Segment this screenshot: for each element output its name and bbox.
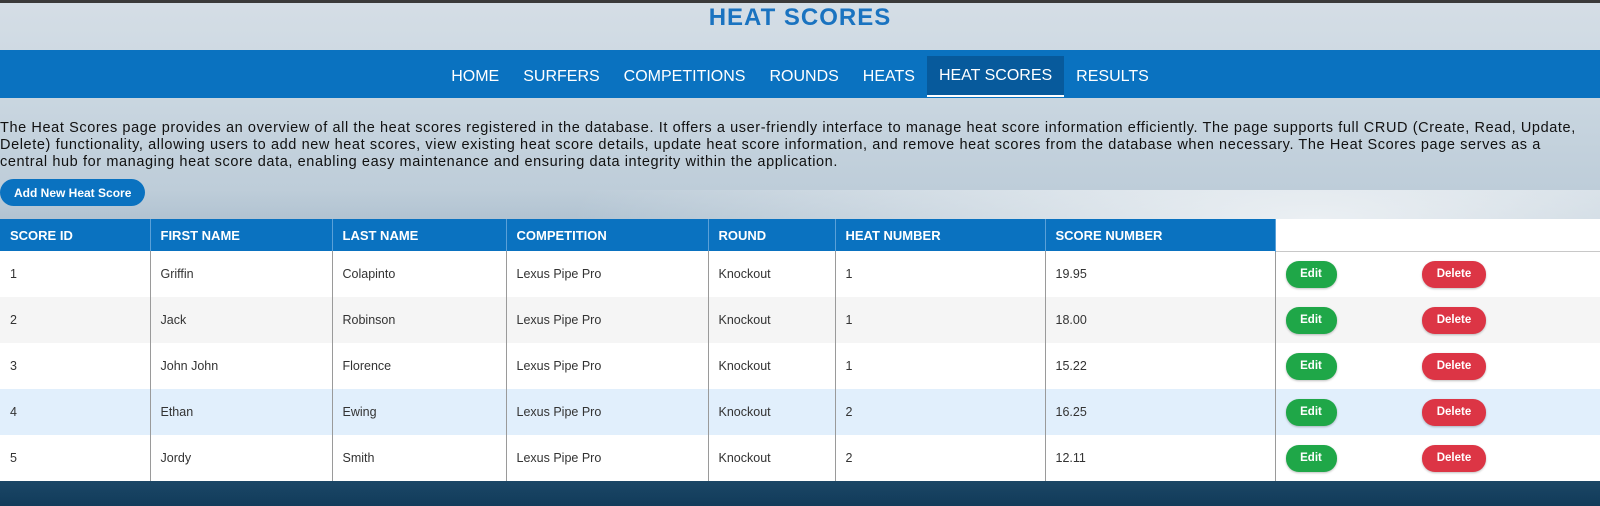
cell-last-name: Florence [332, 343, 507, 389]
cell-score-id: 2 [0, 297, 151, 343]
delete-button[interactable]: Delete [1422, 444, 1486, 472]
table-row: 3 John John Florence Lexus Pipe Pro Knoc… [0, 343, 1600, 389]
delete-button[interactable]: Delete [1422, 398, 1486, 426]
cell-edit: Edit [1275, 251, 1412, 297]
cell-competition: Lexus Pipe Pro [506, 435, 709, 481]
heat-scores-table: SCORE ID FIRST NAME LAST NAME COMPETITIO… [0, 219, 1600, 481]
cell-first-name: Griffin [150, 251, 333, 297]
cell-score-id: 3 [0, 343, 151, 389]
add-new-heat-score-button[interactable]: Add New Heat Score [0, 179, 146, 206]
cell-last-name: Smith [332, 435, 507, 481]
cell-edit: Edit [1275, 297, 1412, 343]
edit-button[interactable]: Edit [1285, 306, 1337, 334]
table-row: 1 Griffin Colapinto Lexus Pipe Pro Knock… [0, 251, 1600, 297]
cell-last-name: Robinson [332, 297, 507, 343]
cell-round: Knockout [708, 435, 836, 481]
nav-surfers[interactable]: SURFERS [511, 56, 611, 97]
delete-button[interactable]: Delete [1422, 260, 1486, 288]
edit-button[interactable]: Edit [1285, 352, 1337, 380]
cell-delete: Delete [1412, 343, 1600, 389]
window-top-bar [0, 0, 1600, 3]
col-header-edit-empty [1275, 219, 1412, 252]
cell-edit: Edit [1275, 435, 1412, 481]
cell-heat-number: 1 [835, 343, 1046, 389]
col-header-last-name: LAST NAME [332, 219, 507, 251]
cell-heat-number: 2 [835, 435, 1046, 481]
table-row: 5 Jordy Smith Lexus Pipe Pro Knockout 2 … [0, 435, 1600, 481]
main-nav: HOME SURFERS COMPETITIONS ROUNDS HEATS H… [0, 50, 1600, 98]
cell-edit: Edit [1275, 389, 1412, 435]
cell-round: Knockout [708, 251, 836, 297]
delete-button[interactable]: Delete [1422, 352, 1486, 380]
col-header-first-name: FIRST NAME [150, 219, 333, 251]
col-header-round: ROUND [708, 219, 836, 251]
cell-score-id: 4 [0, 389, 151, 435]
cell-competition: Lexus Pipe Pro [506, 389, 709, 435]
cell-first-name: Jack [150, 297, 333, 343]
edit-button[interactable]: Edit [1285, 260, 1337, 288]
nav-results[interactable]: RESULTS [1064, 56, 1161, 97]
cell-first-name: Ethan [150, 389, 333, 435]
cell-first-name: Jordy [150, 435, 333, 481]
nav-rounds[interactable]: ROUNDS [757, 56, 850, 97]
cell-score-number: 16.25 [1045, 389, 1276, 435]
cell-delete: Delete [1412, 435, 1600, 481]
cell-score-number: 12.11 [1045, 435, 1276, 481]
cell-round: Knockout [708, 297, 836, 343]
table-header-row: SCORE ID FIRST NAME LAST NAME COMPETITIO… [0, 219, 1600, 252]
cell-round: Knockout [708, 343, 836, 389]
cell-delete: Delete [1412, 389, 1600, 435]
page-description: The Heat Scores page provides an overvie… [0, 120, 1576, 170]
cell-score-id: 5 [0, 435, 151, 481]
cell-heat-number: 2 [835, 389, 1046, 435]
cell-score-id: 1 [0, 251, 151, 297]
cell-score-number: 18.00 [1045, 297, 1276, 343]
col-header-delete-empty [1412, 219, 1600, 252]
col-header-competition: COMPETITION [506, 219, 709, 251]
cell-delete: Delete [1412, 251, 1600, 297]
col-header-score-id: SCORE ID [0, 219, 151, 251]
cell-edit: Edit [1275, 343, 1412, 389]
cell-last-name: Colapinto [332, 251, 507, 297]
edit-button[interactable]: Edit [1285, 444, 1337, 472]
cell-round: Knockout [708, 389, 836, 435]
nav-competitions[interactable]: COMPETITIONS [612, 56, 758, 97]
delete-button[interactable]: Delete [1422, 306, 1486, 334]
nav-heats[interactable]: HEATS [851, 56, 927, 97]
cell-score-number: 19.95 [1045, 251, 1276, 297]
nav-heat-scores[interactable]: HEAT SCORES [926, 56, 1065, 97]
col-header-score-number: SCORE NUMBER [1045, 219, 1276, 251]
nav-home[interactable]: HOME [439, 56, 511, 97]
cell-last-name: Ewing [332, 389, 507, 435]
cell-heat-number: 1 [835, 297, 1046, 343]
cell-heat-number: 1 [835, 251, 1046, 297]
cell-first-name: John John [150, 343, 333, 389]
cell-competition: Lexus Pipe Pro [506, 343, 709, 389]
col-header-heat-number: HEAT NUMBER [835, 219, 1046, 251]
edit-button[interactable]: Edit [1285, 398, 1337, 426]
table-row: 2 Jack Robinson Lexus Pipe Pro Knockout … [0, 297, 1600, 343]
cell-score-number: 15.22 [1045, 343, 1276, 389]
cell-competition: Lexus Pipe Pro [506, 251, 709, 297]
cell-delete: Delete [1412, 297, 1600, 343]
page-title: HEAT SCORES [708, 4, 892, 31]
cell-competition: Lexus Pipe Pro [506, 297, 709, 343]
table-row-hovered: 4 Ethan Ewing Lexus Pipe Pro Knockout 2 … [0, 389, 1600, 435]
